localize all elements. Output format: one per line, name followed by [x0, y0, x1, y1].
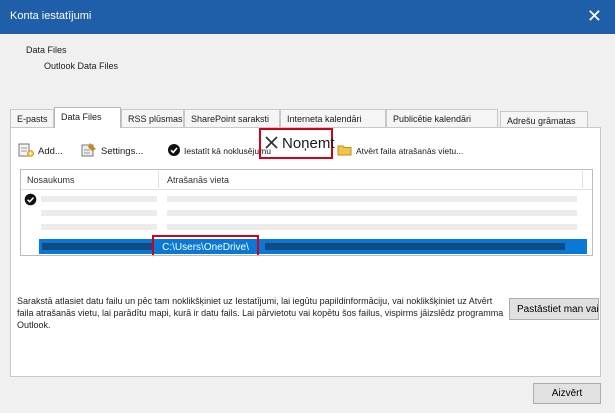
selected-path-highlight: C:\Users\OneDrive\ — [152, 235, 259, 255]
section-subtitle: Outlook Data Files — [44, 61, 119, 71]
close-icon[interactable]: ✕ — [587, 7, 602, 25]
add-button[interactable]: Add... — [18, 141, 63, 161]
column-separator[interactable] — [582, 171, 583, 188]
tab-e-pasts[interactable]: E-pasts — [10, 109, 54, 127]
data-files-list[interactable]: Nosaukums Atrašanās vieta C:\Users\OneDr… — [20, 169, 593, 256]
close-button[interactable]: Aizvērt — [533, 383, 601, 404]
tab-rss[interactable]: RSS plūsmas — [121, 109, 184, 127]
window-title: Konta iestatījumi — [10, 10, 92, 22]
open-location-label: Atvērt faila atrašanās vietu... — [356, 146, 464, 156]
redacted-text — [41, 210, 157, 216]
description-text: Sarakstā atlasiet datu failu un pēc tam … — [17, 296, 504, 330]
folder-icon — [337, 143, 353, 160]
redacted-text — [41, 196, 157, 202]
selected-list-row[interactable] — [39, 239, 587, 254]
section-title: Data Files — [26, 45, 67, 55]
toolbar: Add... Settings... Iestatīt kā noklusēju… — [18, 128, 588, 161]
tab-published-calendars[interactable]: Publicētie kalendāri — [386, 109, 498, 127]
redacted-text — [41, 224, 157, 230]
set-default-button[interactable]: Iestatīt kā noklusējumu — [167, 141, 271, 161]
redacted-selected-name — [42, 243, 154, 250]
tab-sharepoint[interactable]: SharePoint saraksti — [184, 109, 280, 127]
add-label: Add... — [38, 145, 63, 157]
settings-label: Settings... — [101, 145, 144, 157]
column-separator[interactable] — [158, 171, 159, 188]
dialog-body: Data Files Outlook Data Files E-pasts Da… — [0, 34, 615, 413]
selected-path-text: C:\Users\OneDrive\ — [160, 241, 251, 253]
tell-me-more-button[interactable]: Pastāstiet man vairāk... — [509, 298, 599, 320]
redacted-text — [167, 210, 577, 216]
settings-icon — [81, 142, 98, 161]
data-files-panel: Add... Settings... Iestatīt kā noklusēju… — [10, 127, 601, 377]
redacted-text — [167, 196, 577, 202]
remove-button[interactable]: Noņemt — [259, 128, 335, 159]
redacted-text — [167, 224, 577, 230]
checkmark-icon — [167, 143, 181, 160]
tab-address-books[interactable]: Adrešu grāmatas — [500, 111, 588, 128]
set-default-label: Iestatīt kā noklusējumu — [184, 146, 271, 156]
tab-internet-calendars[interactable]: Interneta kalendāri — [280, 109, 386, 127]
remove-x-icon — [264, 135, 279, 153]
redacted-selected-path — [265, 243, 565, 250]
tab-strip: E-pasts Data Files RSS plūsmas SharePoin… — [10, 107, 600, 128]
add-file-icon — [18, 142, 35, 161]
title-bar: Konta iestatījumi ✕ — [0, 0, 615, 34]
settings-button[interactable]: Settings... — [81, 141, 143, 161]
column-header-name[interactable]: Nosaukums — [27, 175, 75, 185]
tab-data-files[interactable]: Data Files — [54, 107, 121, 128]
default-checkmark-icon — [24, 193, 37, 209]
column-header-location[interactable]: Atrašanās vieta — [167, 175, 229, 185]
open-file-location-button[interactable]: Atvērt faila atrašanās vietu... — [337, 141, 463, 161]
remove-label: Noņemt — [282, 135, 335, 152]
list-header: Nosaukums Atrašanās vieta — [21, 170, 592, 190]
